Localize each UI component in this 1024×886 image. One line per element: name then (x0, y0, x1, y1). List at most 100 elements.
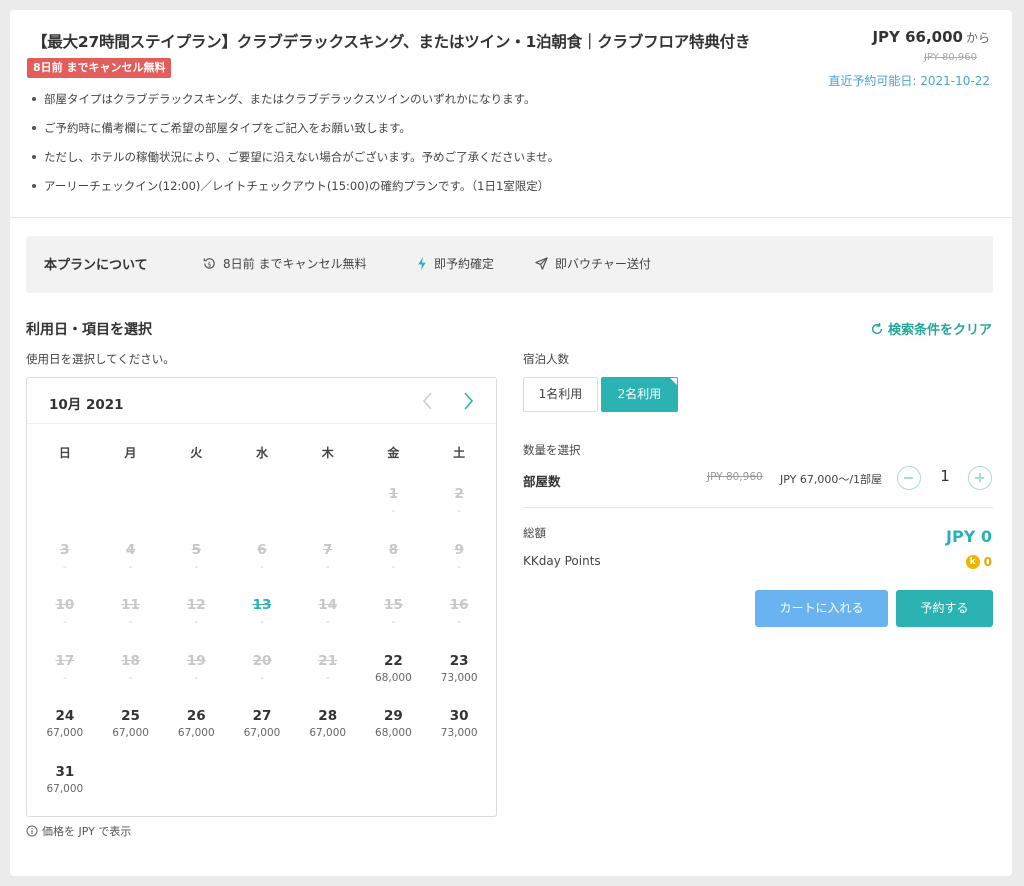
book-now-button[interactable]: 予約する (896, 590, 993, 627)
product-card: 【最大27時間ステイプラン】クラブデラックスキング、またはツイン・1泊朝食｜クラ… (10, 10, 1012, 876)
day-number: 24 (55, 708, 75, 724)
kkday-points-icon: k (965, 555, 980, 569)
guest-option-1[interactable]: 1名利用 (523, 377, 598, 412)
plan-note: 部屋タイプはクラブデラックスキング、またはクラブデラックスツインのいずれかになり… (30, 92, 559, 121)
calendar-day[interactable]: 27 67,000 (229, 706, 295, 762)
day-number: 19 (186, 652, 206, 669)
calendar-blank-cell (98, 484, 164, 540)
calendar-day[interactable]: 28 67,000 (295, 706, 361, 762)
calendar-blank-cell (32, 484, 98, 540)
day-number: 12 (186, 597, 206, 613)
guest-option-2-selected[interactable]: 2名利用 (601, 377, 678, 412)
day-price: 67,000 (46, 782, 84, 795)
chevron-left-icon (423, 392, 432, 410)
info-icon (26, 825, 38, 837)
calendar-day[interactable]: 30 73,000 (426, 706, 492, 762)
plan-title: 【最大27時間ステイプラン】クラブデラックスキング、またはツイン・1泊朝食｜クラ… (32, 33, 751, 51)
day-number: 31 (55, 763, 75, 780)
calendar-day[interactable]: 24 67,000 (32, 706, 98, 762)
day-number: 1 (388, 486, 399, 502)
day-number: 25 (121, 708, 140, 724)
latest-available-date: 直近予約可能日: 2021-10-22 (828, 74, 990, 88)
calendar-day[interactable]: 22 68,000 (361, 651, 427, 707)
calendar-day: 11 - (98, 595, 164, 651)
day-number: 18 (121, 652, 140, 669)
weekday-label: 土 (453, 446, 466, 460)
day-number: 16 (449, 597, 469, 613)
calendar-day: 16 - (426, 595, 492, 651)
next-month-button[interactable] (459, 390, 477, 412)
calendar-day: 7- (295, 540, 361, 596)
calendar-day: 4- (98, 540, 164, 596)
quantity-decrease-button[interactable] (897, 466, 921, 490)
calendar-day: 19 - (163, 651, 229, 707)
day-number: 10 (55, 597, 75, 613)
calendar-day: 5- (163, 540, 229, 596)
clear-search-button[interactable]: 検索条件をクリア (870, 319, 992, 338)
weekday-label: 月 (124, 446, 137, 460)
weekday-row: 日 月 火 水 木 金 土 (32, 444, 492, 461)
day-price: - (128, 616, 133, 628)
calendar-day[interactable]: 26 67,000 (163, 706, 229, 762)
day-number: 17 (55, 652, 75, 669)
chevron-right-icon (464, 392, 474, 410)
day-number: 28 (318, 708, 338, 724)
quantity-increase-button[interactable] (968, 466, 992, 490)
quantity-label: 数量を選択 (523, 443, 581, 457)
day-number: 6 (257, 541, 267, 558)
calendar-blank-cell (295, 484, 361, 540)
day-number: 13 (252, 597, 272, 613)
total-label: 総額 (523, 526, 546, 540)
day-price: - (325, 671, 330, 684)
calendar-day[interactable]: 25 67,000 (98, 706, 164, 762)
room-unit-price: JPY 67,000〜/1部屋 (780, 473, 883, 486)
weekday-label: 日 (58, 446, 71, 460)
calendar-blank-cell (229, 484, 295, 540)
day-price: - (62, 560, 67, 573)
day-price: - (457, 505, 462, 517)
day-price: 67,000 (46, 727, 84, 739)
quantity-value: 1 (940, 467, 950, 485)
day-number: 26 (186, 708, 206, 724)
refresh-icon (871, 322, 883, 334)
day-price: - (260, 560, 264, 573)
day-price: - (391, 505, 396, 517)
points-label: KKday Points (523, 554, 601, 568)
day-price: - (194, 616, 199, 628)
currency-note: 価格を JPY で表示 (26, 823, 131, 839)
calendar-day: 3- (32, 540, 98, 596)
svg-text:$: $ (207, 260, 211, 268)
day-price: - (391, 616, 396, 628)
day-price: - (62, 671, 67, 684)
plan-header: 【最大27時間ステイプラン】クラブデラックスキング、またはツイン・1泊朝食｜クラ… (10, 10, 1012, 218)
points-amount: 0 (983, 555, 992, 569)
day-number: 7 (323, 541, 333, 558)
prev-month-button[interactable] (419, 390, 437, 412)
weekday-label: 水 (255, 446, 268, 460)
calendar-blank-cell (163, 484, 229, 540)
plan-price-value: JPY 66,000 (872, 28, 963, 46)
calendar-day: 20 - (229, 651, 295, 707)
day-price: - (260, 671, 264, 684)
day-price: 67,000 (243, 727, 281, 739)
calendar-day: 2- (426, 484, 492, 540)
day-price: - (62, 616, 67, 628)
calendar-day: 1- (361, 484, 427, 540)
calendar-day: 13 - (229, 595, 295, 651)
day-number: 30 (449, 708, 469, 724)
date-hint: 使用日を選択してください。 (26, 352, 175, 366)
calendar-day[interactable]: 31 67,000 (32, 762, 98, 818)
day-number: 8 (388, 541, 399, 558)
add-to-cart-button[interactable]: カートに入れる (755, 590, 888, 627)
total-value: JPY 0 (946, 527, 992, 546)
day-price: - (260, 616, 264, 628)
weekday-label: 木 (321, 446, 334, 460)
points-value: k 0 (965, 555, 992, 569)
feature-label: 即バウチャー送付 (555, 257, 651, 271)
calendar-day: 9- (426, 540, 492, 596)
day-price: - (457, 616, 462, 628)
day-price: - (194, 671, 199, 684)
calendar-day[interactable]: 29 68,000 (361, 706, 427, 762)
calendar-day[interactable]: 23 73,000 (426, 651, 492, 707)
free-cancel-badge: 8日前 までキャンセル無料 (27, 58, 172, 78)
